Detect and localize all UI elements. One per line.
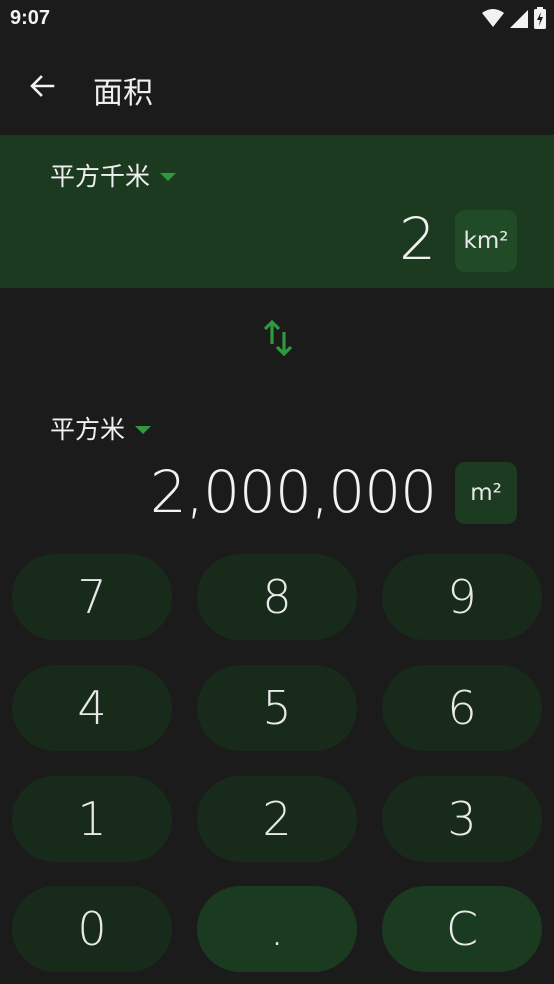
key-7[interactable]: 7 (12, 554, 172, 640)
key-0[interactable]: 0 (12, 886, 172, 972)
signal-icon (510, 10, 528, 28)
battery-icon (534, 7, 546, 29)
swap-vertical-icon (263, 319, 293, 357)
to-unit-selector[interactable]: 平方米 (50, 410, 152, 446)
to-unit-name: 平方米 (50, 415, 126, 444)
status-time: 9:07 (10, 7, 51, 29)
key-clear[interactable]: C (382, 886, 542, 972)
caret-down-icon (160, 173, 177, 181)
key-2[interactable]: 2 (197, 776, 357, 862)
from-unit-badge: km² (455, 210, 517, 272)
from-value-display: 2 (399, 205, 436, 273)
to-unit-panel[interactable]: 平方米 2,000,000 m² (0, 388, 554, 548)
app-bar: 面积 (0, 50, 554, 122)
key-5[interactable]: 5 (197, 665, 357, 751)
back-button[interactable] (20, 64, 64, 108)
key-1[interactable]: 1 (12, 776, 172, 862)
page-title: 面积 (93, 76, 153, 111)
from-unit-selector[interactable]: 平方千米 (50, 157, 177, 193)
status-bar: 9:07 (0, 0, 554, 38)
status-icons (482, 7, 546, 29)
arrow-left-icon (30, 75, 55, 97)
key-decimal[interactable]: . (197, 886, 357, 972)
key-6[interactable]: 6 (382, 665, 542, 751)
caret-down-icon (135, 426, 152, 434)
to-unit-badge: m² (455, 462, 517, 524)
key-9[interactable]: 9 (382, 554, 542, 640)
key-8[interactable]: 8 (197, 554, 357, 640)
wifi-icon (482, 9, 504, 27)
to-value-display: 2,000,000 (149, 458, 437, 526)
from-unit-name: 平方千米 (50, 162, 151, 191)
from-unit-panel[interactable]: 平方千米 2 km² (0, 135, 554, 288)
keypad: 7 8 9 4 5 6 1 2 3 0 . C (12, 554, 542, 974)
swap-units-button[interactable] (258, 316, 298, 360)
key-4[interactable]: 4 (12, 665, 172, 751)
key-3[interactable]: 3 (382, 776, 542, 862)
